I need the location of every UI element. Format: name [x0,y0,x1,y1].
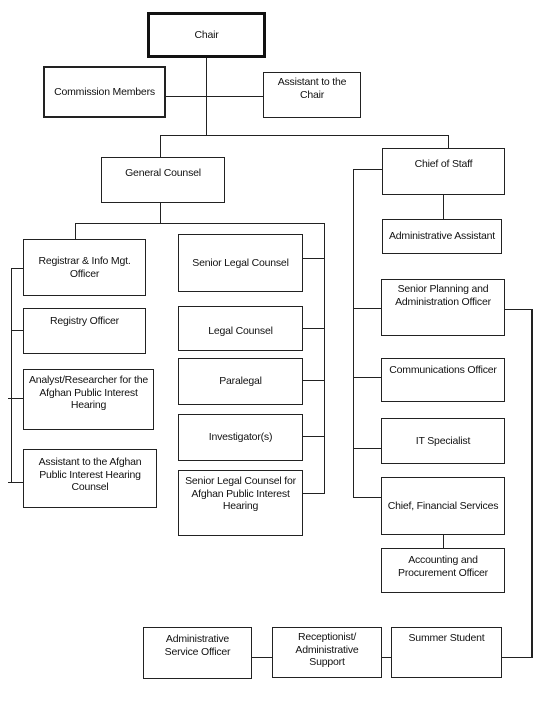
connector-cos-admin-assistant [443,194,444,219]
connector-summer-student [502,657,532,658]
node-label: Chief of Staff [414,158,473,170]
node-label: Registry Officer [50,315,119,327]
connector-admin-service-receptionist [252,657,272,658]
node-summer-student: Summer Student [391,627,502,678]
connector-assistant-afghan [8,482,23,483]
node-label: General Counsel [125,167,201,179]
connector-it-specialist [353,448,381,449]
node-communications-officer: Communications Officer [381,358,505,402]
org-chart: Chair Commission Members Assistant to th… [0,0,545,716]
connector-investigators [303,436,324,437]
connector-right-vertical [531,309,533,658]
connector-to-chief-of-staff [448,135,449,148]
connector-paralegal [303,380,324,381]
node-label: Commission Members [54,85,155,98]
node-paralegal: Paralegal [178,358,303,405]
node-investigators: Investigator(s) [178,414,303,461]
connector-legal-counsel [303,328,324,329]
node-chair: Chair [147,12,266,58]
node-label: Accounting and Procurement Officer [398,554,488,579]
node-it-specialist: IT Specialist [381,418,505,464]
connector-cos-left [353,169,382,170]
node-registrar: Registrar & Info Mgt. Officer [23,239,146,296]
node-label: Chair [194,28,219,41]
node-registry-officer: Registry Officer [23,308,146,354]
node-senior-legal-counsel-afghan: Senior Legal Counsel for Afghan Public I… [178,470,303,536]
connector-gc-horizontal [75,223,325,224]
node-label: Administrative Assistant [388,230,496,243]
node-label: Paralegal [219,375,262,388]
node-analyst-researcher: Analyst/Researcher for the Afghan Public… [23,369,154,430]
node-chief-of-staff: Chief of Staff [382,148,505,195]
node-label: Administrative Service Officer [164,633,231,658]
connector-communications [353,377,381,378]
node-label: Analyst/Researcher for the Afghan Public… [28,374,149,411]
connector-top-horizontal [160,135,449,136]
connector-to-general-counsel [160,135,161,157]
connector-registry-vertical [11,268,12,483]
connector-registry-officer [11,330,23,331]
node-administrative-assistant: Administrative Assistant [382,219,502,254]
connector-legal-vertical [324,223,325,494]
node-label: Receptionist/ Administrative Support [295,631,359,668]
node-legal-counsel: Legal Counsel [178,306,303,351]
node-label: Legal Counsel [208,324,273,337]
node-label: Senior Planning and Administration Offic… [395,283,491,308]
connector-planning-right [505,309,532,310]
node-accounting-procurement: Accounting and Procurement Officer [381,548,505,593]
connector-commission-assistant [166,96,263,97]
connector-registrar [11,268,23,269]
node-commission-members: Commission Members [43,66,166,118]
node-label: IT Specialist [415,434,471,447]
node-senior-legal-counsel: Senior Legal Counsel [178,234,303,292]
node-label: Registrar & Info Mgt. Officer [38,255,131,280]
node-label: Senior Legal Counsel [192,256,289,269]
connector-receptionist-summer [382,657,391,658]
connector-cfs-accounting [443,534,444,548]
connector-to-registrar [75,223,76,239]
node-label: Investigator(s) [208,431,273,444]
node-senior-planning-admin: Senior Planning and Administration Offic… [381,279,505,336]
node-label: Communications Officer [389,364,497,376]
node-admin-service-officer: Administrative Service Officer [143,627,252,679]
connector-senior-legal [303,258,324,259]
connector-senior-planning [353,308,381,309]
node-label: Assistant to the Afghan Public Interest … [38,456,142,493]
node-chief-financial-services: Chief, Financial Services [381,477,505,535]
node-assistant-to-chair: Assistant to the Chair [263,72,361,118]
node-label: Chief, Financial Services [387,499,499,512]
connector-analyst [8,398,23,399]
node-label: Assistant to the Chair [277,76,347,101]
node-label: Summer Student [408,632,485,644]
node-assistant-afghan-pih: Assistant to the Afghan Public Interest … [23,449,157,508]
connector-gc-down [160,202,161,223]
connector-senior-legal-afghan [303,493,324,494]
node-receptionist: Receptionist/ Administrative Support [272,627,382,678]
node-label: Senior Legal Counsel for Afghan Public I… [185,475,296,512]
connector-chief-financial [353,497,381,498]
node-general-counsel: General Counsel [101,157,225,203]
